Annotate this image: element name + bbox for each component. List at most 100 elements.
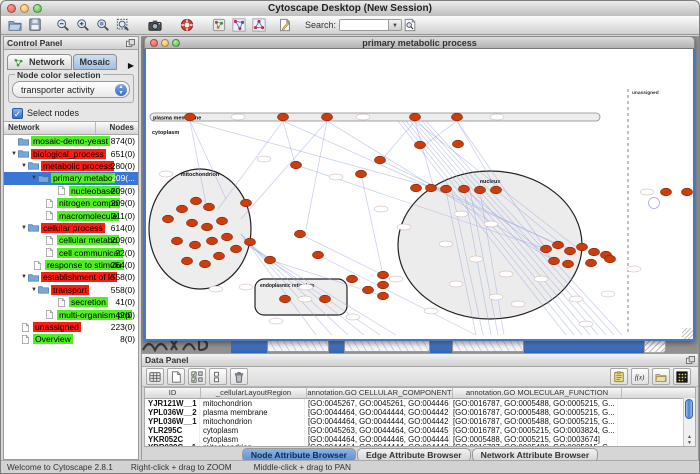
graph-node[interactable] bbox=[356, 170, 367, 178]
tree-row[interactable]: macromolecule311(0) bbox=[4, 209, 138, 221]
scrollbar-arrows[interactable]: ▲▼ bbox=[684, 434, 695, 446]
snapshot-icon[interactable] bbox=[147, 17, 163, 33]
table-cell[interactable]: YLR295C bbox=[145, 426, 200, 435]
graph-node[interactable] bbox=[426, 184, 437, 192]
graph-node[interactable] bbox=[378, 271, 389, 279]
table-cell[interactable]: YJR121W__1 bbox=[145, 399, 200, 408]
network-tree-header[interactable]: Network Nodes bbox=[4, 121, 138, 135]
table-row[interactable]: YJR121W__1mitochondrion[GO:0045267, GO:0… bbox=[145, 399, 695, 408]
table-cell[interactable]: [GO:0016787, GO:0005488, GO:0005215, G..… bbox=[450, 399, 618, 408]
graph-node[interactable] bbox=[549, 257, 560, 265]
layout-icon-1[interactable] bbox=[231, 17, 247, 33]
zoom-in-icon[interactable] bbox=[75, 17, 91, 33]
table-cell[interactable]: plasma membrane bbox=[200, 408, 305, 417]
view-resize-grip[interactable] bbox=[682, 328, 693, 339]
table-cell[interactable]: cytoplasm bbox=[200, 435, 305, 444]
table-cell[interactable]: YDR039C__1 bbox=[145, 443, 200, 447]
graph-node[interactable] bbox=[378, 281, 389, 289]
table-row[interactable]: YLR295Ccytoplasm[GO:0045263, GO:0044464,… bbox=[145, 426, 695, 435]
graph-node[interactable] bbox=[190, 241, 201, 249]
scrollbar-thumb[interactable] bbox=[685, 399, 693, 419]
tree-row[interactable]: response to stimulu264(0) bbox=[4, 259, 138, 271]
graph-node[interactable] bbox=[661, 188, 672, 196]
open-attribute-icon[interactable] bbox=[652, 368, 670, 385]
tree-row[interactable]: cellular metabo209(0) bbox=[4, 234, 138, 246]
close-window-icon[interactable] bbox=[7, 4, 16, 13]
disclosure-triangle-icon[interactable]: ▼ bbox=[20, 225, 28, 231]
column-header[interactable]: _cellularLayoutRegion bbox=[201, 388, 307, 398]
zoom-view-icon[interactable] bbox=[172, 39, 180, 47]
network-graph-svg[interactable]: plasma membrane cytoplasm mitochondrion … bbox=[146, 49, 693, 337]
graph-node[interactable] bbox=[278, 113, 289, 121]
graph-node[interactable] bbox=[322, 113, 333, 121]
save-session-icon[interactable] bbox=[27, 17, 43, 33]
graph-node[interactable] bbox=[222, 233, 233, 241]
graph-node[interactable] bbox=[200, 260, 211, 268]
disclosure-triangle-icon[interactable]: ▼ bbox=[20, 274, 28, 280]
column-header[interactable]: annotation.GO CELLULAR_COMPONENT bbox=[307, 388, 453, 398]
tree-row[interactable]: multi-organism pro42(0) bbox=[4, 308, 138, 320]
graph-node[interactable] bbox=[491, 186, 502, 194]
tree-row[interactable]: nitrogen compo209(0) bbox=[4, 197, 138, 209]
tree-row[interactable]: ▼metabolic process280(0) bbox=[4, 160, 138, 172]
tree-row[interactable]: ▼cellular process614(0) bbox=[4, 222, 138, 234]
table-cell[interactable]: [GO:0044464, GO:0044444, GO:0044425, G..… bbox=[305, 417, 450, 426]
graph-node[interactable] bbox=[291, 161, 302, 169]
graph-node[interactable] bbox=[280, 295, 291, 303]
graph-node[interactable] bbox=[415, 141, 426, 149]
graph-node[interactable] bbox=[202, 223, 213, 231]
help-icon[interactable] bbox=[179, 17, 195, 33]
zoom-window-icon[interactable] bbox=[33, 4, 42, 13]
network-canvas[interactable]: plasma membrane cytoplasm mitochondrion … bbox=[144, 49, 695, 341]
zoom-fit-icon[interactable] bbox=[115, 17, 131, 33]
table-cell[interactable]: [GO:0044464, GO:0044444, GO:0044425, G..… bbox=[305, 443, 450, 447]
tree-row[interactable]: secretion41(0) bbox=[4, 296, 138, 308]
column-header[interactable]: ID bbox=[145, 388, 201, 398]
table-row[interactable]: YDR039C__1mitochondrion[GO:0044464, GO:0… bbox=[145, 443, 695, 447]
disclosure-triangle-icon[interactable]: ▼ bbox=[10, 151, 18, 157]
graph-node[interactable] bbox=[565, 247, 576, 255]
tree-header-network[interactable]: Network bbox=[4, 122, 96, 134]
disclosure-triangle-icon[interactable]: ▼ bbox=[20, 163, 28, 169]
layout-icon-2[interactable] bbox=[251, 17, 267, 33]
matrix-icon[interactable] bbox=[673, 368, 691, 385]
minimize-view-icon[interactable] bbox=[161, 39, 169, 47]
table-cell[interactable]: [GO:0016787, GO:0005215, GO:0003824, G..… bbox=[450, 426, 618, 435]
graph-node[interactable] bbox=[475, 186, 486, 194]
graph-node[interactable] bbox=[452, 113, 463, 121]
graph-node[interactable] bbox=[187, 219, 198, 227]
close-view-icon[interactable] bbox=[150, 39, 158, 47]
table-cell[interactable]: [GO:0045263, GO:0044464, GO:0044455, G..… bbox=[305, 426, 450, 435]
search-input[interactable] bbox=[339, 19, 389, 31]
graph-node[interactable] bbox=[589, 248, 600, 256]
disclosure-triangle-icon[interactable]: ▼ bbox=[30, 287, 38, 293]
graph-node[interactable] bbox=[411, 184, 422, 192]
tree-row[interactable]: unassigned223(0) bbox=[4, 321, 138, 333]
table-cell[interactable]: mitochondrion bbox=[200, 443, 305, 447]
disclosure-triangle-icon[interactable]: ▼ bbox=[30, 175, 38, 181]
graph-node[interactable] bbox=[375, 156, 386, 164]
graph-node[interactable] bbox=[295, 230, 306, 238]
table-row[interactable]: YPL036W__1mitochondrion[GO:0044464, GO:0… bbox=[145, 417, 695, 426]
tree-row[interactable]: ▼transport558(0) bbox=[4, 284, 138, 296]
graph-node[interactable] bbox=[231, 245, 242, 253]
graph-node[interactable] bbox=[378, 292, 389, 300]
select-all-attributes-icon[interactable] bbox=[188, 368, 206, 385]
graph-node[interactable] bbox=[586, 259, 597, 267]
graph-node[interactable] bbox=[347, 275, 358, 283]
graph-node[interactable] bbox=[682, 188, 693, 196]
new-attribute-icon[interactable] bbox=[167, 368, 185, 385]
zoom-selected-icon[interactable] bbox=[95, 17, 111, 33]
tree-row[interactable]: mosaic-demo-yeast874(0) bbox=[4, 135, 138, 147]
select-nodes-checkbox[interactable]: ✓ bbox=[12, 108, 23, 119]
table-cell[interactable]: [GO:0016787, GO:0005488, GO:0005215, G..… bbox=[450, 417, 618, 426]
tree-row[interactable]: ▼primary metabo209(... bbox=[4, 172, 138, 184]
tree-row[interactable]: nucleobase-209(0) bbox=[4, 185, 138, 197]
graph-node[interactable] bbox=[577, 243, 588, 251]
graph-node[interactable] bbox=[541, 245, 552, 253]
table-cell[interactable]: cytoplasm bbox=[200, 426, 305, 435]
table-cell[interactable]: [GO:0045267, GO:0045261, GO:0044464, G..… bbox=[305, 399, 450, 408]
table-scrollbar[interactable]: ▲▼ bbox=[683, 398, 695, 446]
graph-node[interactable] bbox=[204, 203, 215, 211]
node-color-dropdown[interactable]: transporter activity ▲▼ bbox=[12, 81, 130, 98]
